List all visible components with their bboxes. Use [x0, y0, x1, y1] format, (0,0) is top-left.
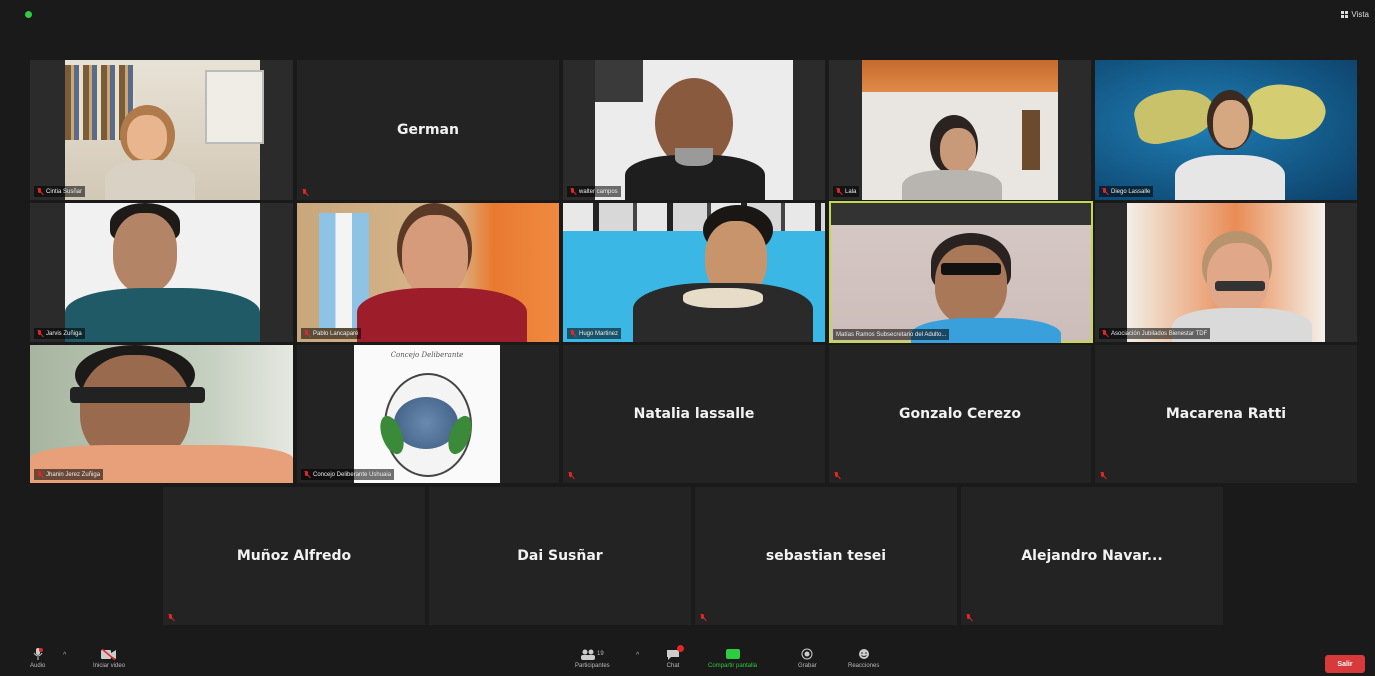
share-screen-button[interactable]: Compartir pantalla — [708, 648, 757, 669]
muted-mic-icon — [966, 614, 972, 621]
participant-name: Muñoz Alfredo — [236, 548, 352, 564]
participant-tile[interactable]: sebastian tesei — [695, 487, 957, 625]
logo-text: Concejo Deliberante — [390, 351, 464, 359]
muted-mic-icon — [302, 189, 308, 196]
participant-tile[interactable]: Dai Susñar — [429, 487, 691, 625]
video-feed — [862, 60, 1058, 200]
muted-mic-icon — [1102, 188, 1108, 195]
participant-name: Macarena Ratti — [1165, 406, 1287, 422]
participant-tile-active-speaker[interactable]: Matías Ramos Subsecretario del Adulto... — [829, 201, 1093, 343]
view-button[interactable]: Vista — [1341, 10, 1369, 19]
participant-tile[interactable]: Pablo Lancaparé — [297, 203, 559, 342]
participant-tile[interactable]: Asociación Jubilados Bienestar TDF — [1095, 203, 1357, 342]
chat-notification-badge — [677, 645, 684, 652]
leave-button[interactable]: Salir — [1325, 655, 1365, 673]
participant-tile[interactable]: Alejandro Navar... — [961, 487, 1223, 625]
video-camera-off-icon — [101, 648, 117, 660]
grid-view-icon — [1341, 11, 1349, 18]
video-feed — [65, 203, 260, 342]
video-feed — [30, 345, 293, 483]
participant-tile[interactable]: Concejo Deliberante Concejo Deliberante … — [297, 345, 559, 483]
participant-name-label: Jarvis Zuñiga — [34, 328, 85, 339]
muted-mic-icon — [304, 330, 310, 337]
muted-mic-icon — [37, 471, 43, 478]
microphone-icon — [33, 648, 43, 660]
video-feed — [1127, 203, 1325, 342]
participant-tile[interactable]: Jarvis Zuñiga — [30, 203, 293, 342]
participant-tile[interactable]: Macarena Ratti — [1095, 345, 1357, 483]
encryption-icon[interactable] — [25, 11, 32, 18]
muted-mic-icon — [568, 472, 574, 479]
participant-tile[interactable]: Natalia lassalle — [563, 345, 825, 483]
muted-mic-icon — [1100, 472, 1106, 479]
participant-name-label: walter campos — [567, 186, 621, 197]
video-feed — [297, 203, 559, 342]
meeting-toolbar: Audio ^ Iniciar video 19 Participantes ^… — [0, 640, 1375, 676]
top-bar: Vista — [0, 0, 1375, 30]
muted-mic-icon — [570, 188, 576, 195]
participant-name: Gonzalo Cerezo — [899, 406, 1021, 422]
smiley-icon — [858, 648, 870, 660]
participant-tile[interactable]: Diego Lassalle — [1095, 60, 1357, 200]
muted-mic-icon — [570, 330, 576, 337]
video-feed — [65, 60, 264, 200]
participant-name-label: Pablo Lancaparé — [301, 328, 362, 339]
start-video-button[interactable]: Iniciar video — [93, 648, 125, 669]
video-feed — [831, 203, 1091, 343]
muted-mic-icon — [1102, 330, 1108, 337]
reactions-button[interactable]: Reacciones — [848, 648, 879, 669]
participant-name-label: Matías Ramos Subsecretario del Adulto... — [833, 329, 950, 340]
logo-image: Concejo Deliberante — [354, 345, 500, 483]
muted-mic-icon — [168, 614, 174, 621]
participant-tile[interactable]: Muñoz Alfredo — [163, 487, 425, 625]
share-screen-icon — [725, 648, 740, 660]
muted-mic-icon — [700, 614, 706, 621]
audio-options-caret[interactable]: ^ — [63, 652, 66, 659]
video-feed — [1095, 60, 1357, 200]
view-label: Vista — [1351, 10, 1369, 19]
participants-count: 19 — [597, 651, 604, 657]
participant-name-label: Diego Lassalle — [1099, 186, 1154, 197]
participant-name-label: Cintia Susñar — [34, 186, 86, 197]
participant-tile[interactable]: German — [297, 60, 559, 200]
participant-name: Dai Susñar — [517, 548, 603, 564]
video-feed — [595, 60, 793, 200]
participant-name-label: Asociación Jubilados Bienestar TDF — [1099, 328, 1211, 339]
record-button[interactable]: Grabar — [798, 648, 817, 669]
participant-name: sebastian tesei — [765, 548, 887, 564]
muted-mic-icon — [37, 188, 43, 195]
participant-tile[interactable]: Lala — [829, 60, 1091, 200]
chat-icon — [666, 645, 684, 660]
video-feed — [563, 203, 825, 342]
participant-name-label: Jhanin Jerez Zuñiga — [34, 469, 104, 480]
participant-name-label: Hugo Martinez — [567, 328, 622, 339]
participant-tile[interactable]: walter campos — [563, 60, 825, 200]
participant-name-label: Lala — [833, 186, 860, 197]
participant-tile[interactable]: Gonzalo Cerezo — [829, 345, 1091, 483]
record-icon — [801, 648, 813, 660]
participant-name: Alejandro Navar... — [1021, 548, 1163, 564]
participant-name-label: Concejo Deliberante Ushuaia — [301, 469, 395, 480]
muted-mic-icon — [304, 471, 310, 478]
chat-button[interactable]: Chat — [666, 645, 684, 669]
participants-icon: 19 — [581, 648, 604, 660]
participant-tile[interactable]: Hugo Martinez — [563, 203, 825, 342]
participants-button[interactable]: 19 Participantes — [575, 648, 610, 669]
participant-name: Natalia lassalle — [633, 406, 755, 422]
participant-tile[interactable]: Jhanin Jerez Zuñiga — [30, 345, 293, 483]
participant-tile[interactable]: Cintia Susñar — [30, 60, 293, 200]
participants-options-caret[interactable]: ^ — [636, 652, 639, 659]
participant-name: German — [397, 122, 459, 138]
muted-mic-icon — [37, 330, 43, 337]
audio-button[interactable]: Audio — [30, 648, 45, 669]
muted-mic-icon — [834, 472, 840, 479]
muted-mic-icon — [836, 188, 842, 195]
